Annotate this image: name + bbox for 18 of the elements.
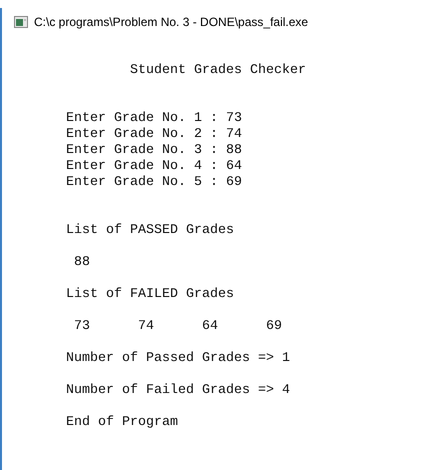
summary-line: End of Program [66,415,178,431]
failed-grade: 74 [137,319,155,335]
program-heading: Student Grades Checker [130,63,306,79]
section-heading: List of FAILED Grades [66,287,234,303]
passed-grade: 88 [73,255,91,271]
failed-grade: 64 [201,319,219,335]
grade-input-line: Enter Grade No. 4 : 64 [66,159,242,175]
window-title: C:\c programs\Problem No. 3 - DONE\pass_fail.exe [34,15,308,29]
summary-line: Number of Failed Grades => 4 [66,383,290,399]
grade-input-line: Enter Grade No. 1 : 73 [66,111,242,127]
grade-input-line: Enter Grade No. 5 : 69 [66,175,242,191]
console-app-icon [14,16,28,28]
grade-input-line: Enter Grade No. 2 : 74 [66,127,242,143]
section-heading: List of PASSED Grades [66,223,234,239]
summary-line: Number of Passed Grades => 1 [66,351,290,367]
failed-grade: 73 [73,319,91,335]
failed-grade: 69 [265,319,283,335]
grade-input-line: Enter Grade No. 3 : 88 [66,143,242,159]
